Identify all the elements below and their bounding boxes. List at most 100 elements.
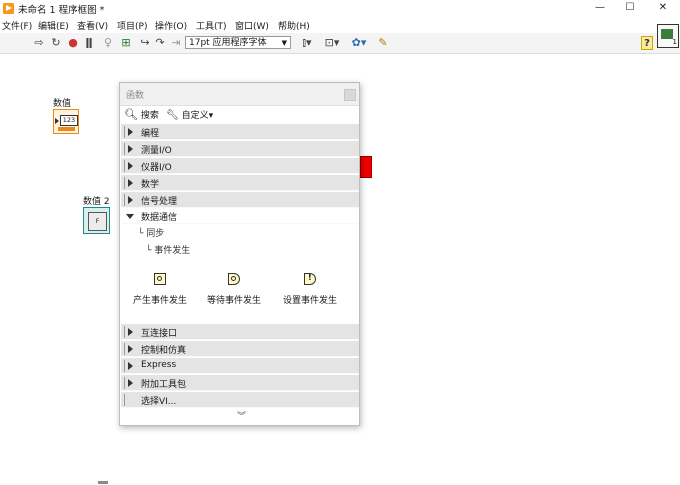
category-label: 数学 — [141, 180, 160, 190]
step-over-icon[interactable]: ↷ — [153, 36, 167, 49]
palette-header: 函数 — [120, 83, 359, 106]
row-divider — [124, 143, 125, 155]
tree-path-sync[interactable]: └ 同步 — [138, 226, 164, 239]
row-divider — [124, 360, 125, 372]
palette-category-math[interactable]: 数学 — [121, 175, 359, 191]
numeric-1-label: 数值 — [53, 99, 72, 109]
wrench-icon: 🔧︎ — [166, 110, 179, 121]
category-label: 数据通信 — [141, 213, 178, 223]
expand-triangle-icon — [128, 328, 133, 336]
numeric-2-terminal[interactable]: F — [83, 207, 110, 234]
palette-close-button[interactable] — [344, 89, 356, 101]
scrollbar-thumb[interactable] — [98, 481, 108, 484]
pause-icon[interactable]: ǁ — [83, 36, 95, 49]
collapse-triangle-icon — [126, 214, 134, 219]
expand-triangle-icon — [128, 145, 133, 153]
tree-path-occurrences[interactable]: └ 事件发生 — [146, 243, 190, 256]
menu-file[interactable]: 文件(F) — [2, 19, 32, 32]
palette-category-data-communication[interactable]: 数据通信 — [121, 208, 359, 224]
distribute-objects-icon[interactable]: ⊡▾ — [322, 36, 342, 49]
palette-select-vi[interactable]: 选择VI... — [121, 392, 359, 408]
cleanup-diagram-icon[interactable]: ✎ — [375, 36, 391, 49]
red-node[interactable] — [360, 156, 372, 178]
font-select-value: 17pt 应用程序字体 — [189, 38, 267, 48]
numeric-2-label: 数值 2 — [83, 197, 110, 207]
align-objects-icon[interactable]: ⫾▾ — [297, 36, 317, 49]
function-set-occurrence[interactable]: ! 设置事件发生 — [270, 273, 350, 306]
menu-tools[interactable]: 工具(T) — [196, 19, 227, 32]
run-arrow-icon[interactable]: ⇨ — [33, 36, 45, 49]
function-generate-occurrence[interactable]: 产生事件发生 — [120, 273, 200, 306]
maximize-button[interactable]: ☐ — [615, 0, 645, 17]
step-into-icon[interactable]: ↪ — [138, 36, 152, 49]
search-icon: 🔍︎ — [124, 108, 138, 121]
abort-icon[interactable]: ● — [67, 36, 79, 49]
palette-search-row: 🔍︎ 搜索 🔧︎ 自定义▾ — [120, 106, 359, 123]
search-label: 搜索 — [140, 111, 159, 121]
row-divider — [124, 394, 125, 406]
function-wait-on-occurrence[interactable]: 等待事件发生 — [194, 273, 274, 306]
palette-title: 函数 — [126, 91, 145, 101]
customize-label: 自定义▾ — [181, 111, 214, 121]
vi-icon[interactable]: 1 — [657, 24, 679, 48]
palette-category-connectivity[interactable]: 互连接口 — [121, 324, 359, 340]
font-select[interactable]: 17pt 应用程序字体 ▼ — [185, 36, 291, 49]
numeric-1-display: 123 — [60, 115, 78, 126]
generate-occurrence-icon — [154, 273, 166, 285]
category-label: 编程 — [141, 129, 160, 139]
palette-category-express[interactable]: Express — [121, 358, 359, 374]
vi-icon-number: 1 — [672, 38, 677, 46]
set-occurrence-icon: ! — [304, 273, 316, 285]
context-help-icon[interactable]: ? — [641, 36, 653, 50]
expand-triangle-icon — [128, 128, 133, 136]
menu-help[interactable]: 帮助(H) — [278, 19, 310, 32]
palette-category-addons[interactable]: 附加工具包 — [121, 375, 359, 391]
expand-triangle-icon — [128, 162, 133, 170]
menu-window[interactable]: 窗口(W) — [235, 19, 269, 32]
labview-app-icon — [3, 3, 14, 14]
numeric-2-display: F — [88, 212, 107, 231]
expand-triangle-icon — [128, 196, 133, 204]
minimize-button[interactable]: — — [585, 0, 615, 17]
title-bar: 未命名 1 程序框图 * — ☐ ✕ — [0, 0, 680, 17]
expand-triangle-icon — [128, 345, 133, 353]
menu-project[interactable]: 项目(P) — [117, 19, 147, 32]
menu-edit[interactable]: 编辑(E) — [38, 19, 69, 32]
expand-triangle-icon — [128, 179, 133, 187]
palette-category-programming[interactable]: 编程 — [121, 124, 359, 140]
row-divider — [124, 377, 125, 389]
function-label: 设置事件发生 — [282, 296, 337, 306]
palette-customize-button[interactable]: 🔧︎ 自定义▾ — [166, 108, 213, 121]
terminal-footer — [58, 127, 75, 131]
palette-category-measurement-io[interactable]: 测量I/O — [121, 141, 359, 157]
expand-triangle-icon — [128, 362, 133, 370]
category-label: 测量I/O — [141, 146, 172, 156]
reorder-icon[interactable]: ✿▾ — [348, 36, 370, 49]
row-divider — [124, 343, 125, 355]
wait-on-occurrence-icon — [228, 273, 240, 285]
palette-category-instrument-io[interactable]: 仪器I/O — [121, 158, 359, 174]
menu-operate[interactable]: 操作(O) — [155, 19, 187, 32]
numeric-1-terminal[interactable]: 123 — [53, 109, 79, 134]
category-label: 信号处理 — [141, 197, 178, 207]
row-divider — [124, 177, 125, 189]
functions-palette: 函数 🔍︎ 搜索 🔧︎ 自定义▾ 编程 测量I/O 仪器I/O 数学 信号处理 — [119, 82, 360, 426]
menu-bar: 文件(F) 编辑(E) 查看(V) 项目(P) 操作(O) 工具(T) 窗口(W… — [0, 17, 680, 33]
category-label: 控制和仿真 — [141, 346, 187, 356]
category-label: Express — [141, 360, 177, 370]
highlight-execution-icon[interactable]: ♀ — [102, 36, 114, 49]
palette-search-button[interactable]: 🔍︎ 搜索 — [124, 108, 159, 121]
step-out-icon[interactable]: ⇥ — [170, 36, 182, 49]
close-button[interactable]: ✕ — [648, 0, 678, 17]
menu-view[interactable]: 查看(V) — [77, 19, 108, 32]
expand-more-icon[interactable]: ︾ — [237, 409, 246, 422]
run-continuously-icon[interactable]: ↻ — [50, 36, 62, 49]
function-label: 等待事件发生 — [206, 296, 261, 306]
chevron-down-icon: ▼ — [281, 39, 287, 47]
retain-wire-values-icon[interactable]: ⊞ — [120, 36, 132, 49]
category-label: 互连接口 — [141, 329, 178, 339]
palette-category-control-simulation[interactable]: 控制和仿真 — [121, 341, 359, 357]
palette-category-signal-processing[interactable]: 信号处理 — [121, 192, 359, 208]
window-title: 未命名 1 程序框图 * — [18, 5, 105, 16]
category-label: 仪器I/O — [141, 163, 172, 173]
